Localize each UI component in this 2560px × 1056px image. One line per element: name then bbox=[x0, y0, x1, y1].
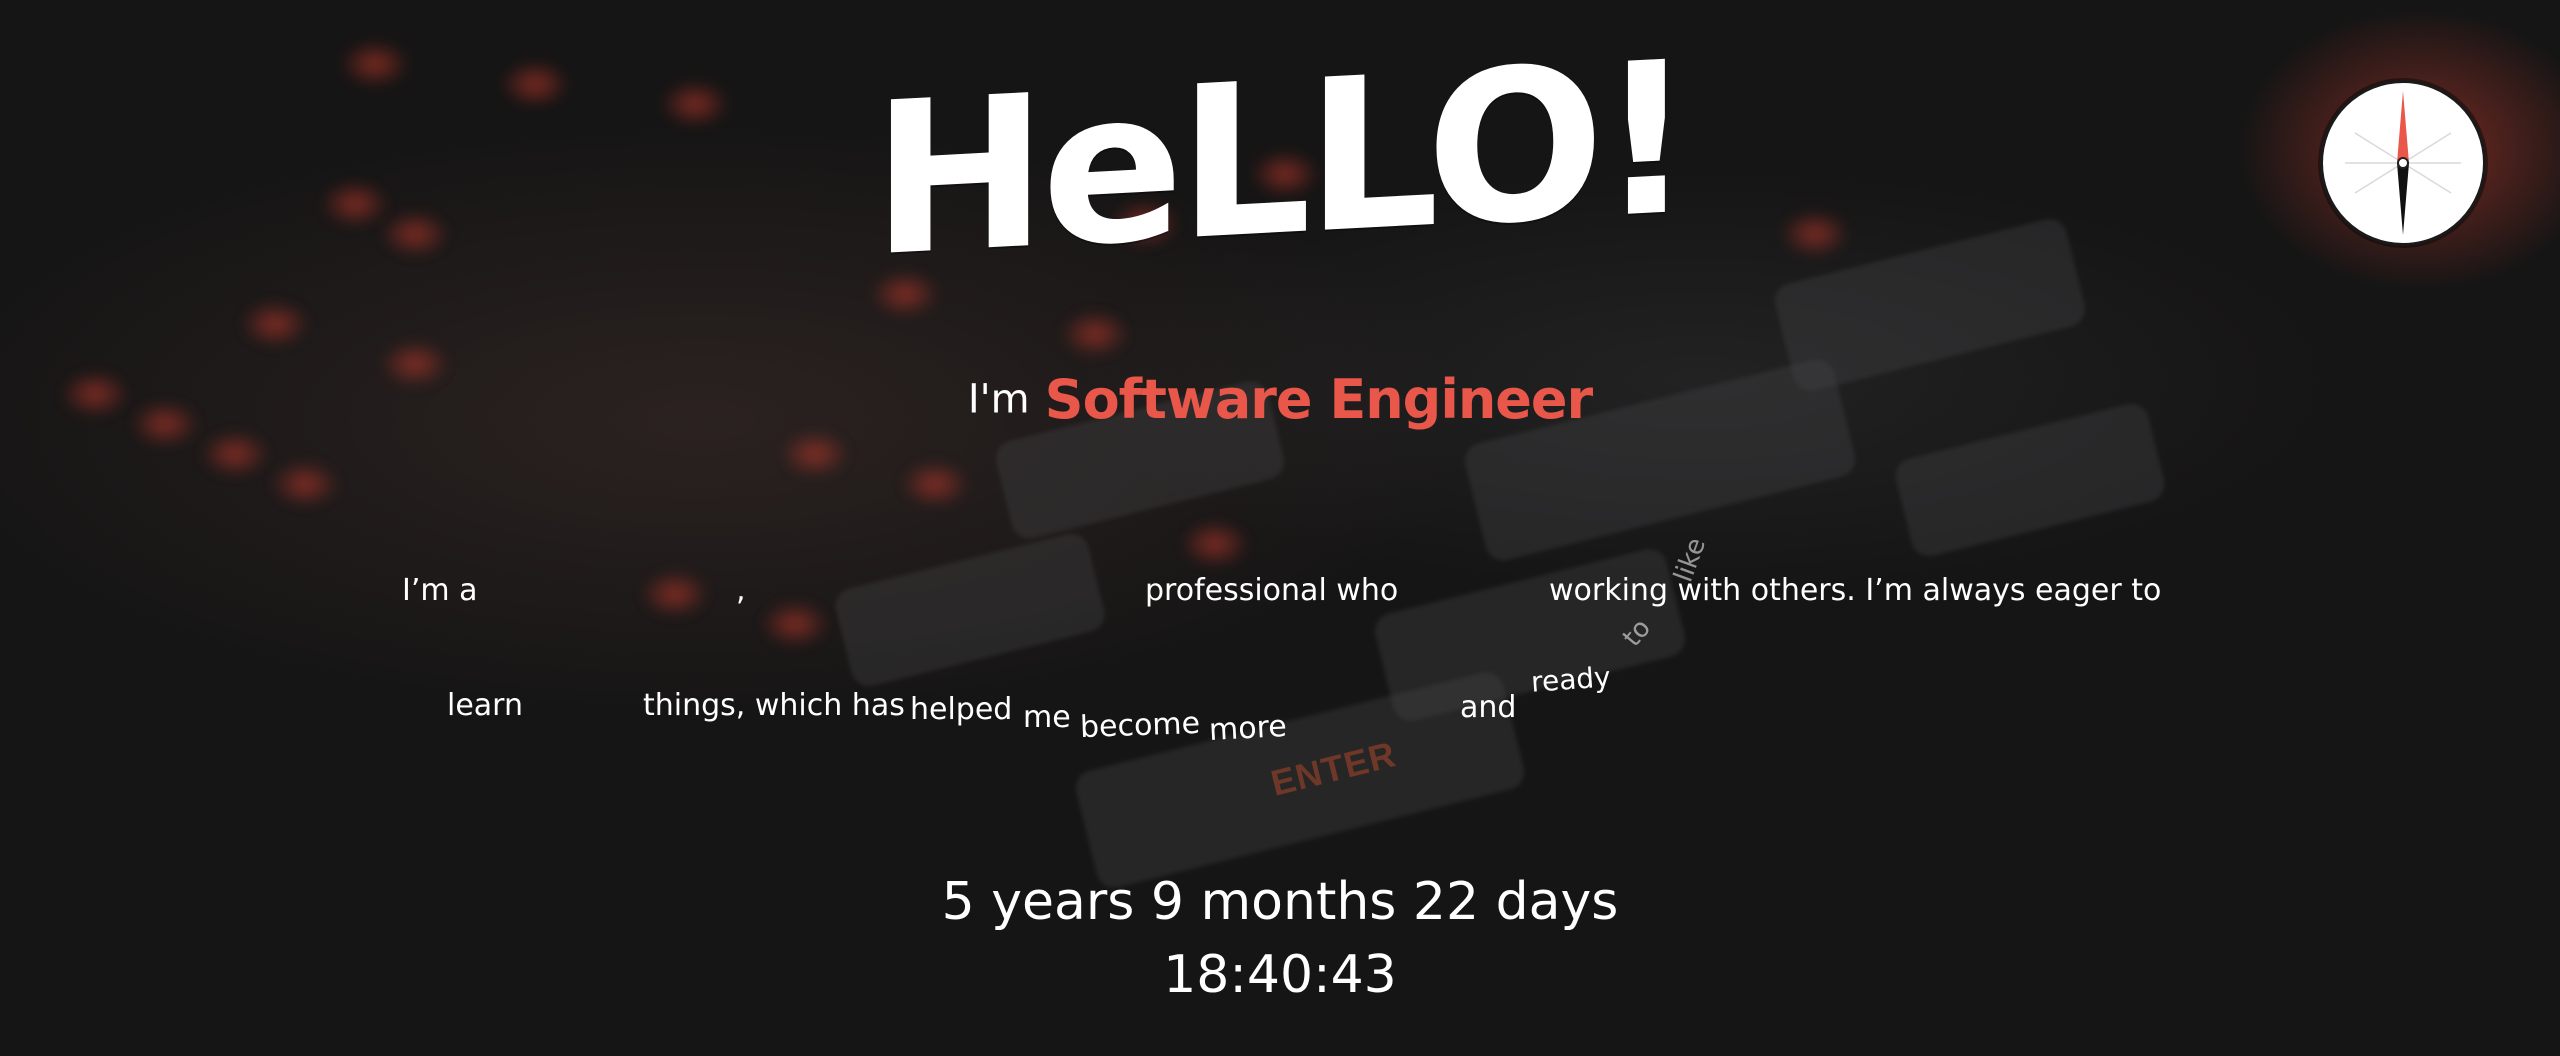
bio-word: working with others. I’m always eager to bbox=[1549, 573, 2162, 608]
bio-word: things, which has bbox=[643, 688, 905, 723]
bio-word: more bbox=[1208, 708, 1288, 749]
compass-icon bbox=[2345, 91, 2461, 235]
role-line: I'm Software Engineer bbox=[0, 368, 2560, 431]
bio-word: I’m a bbox=[402, 573, 478, 608]
compass-button[interactable] bbox=[2320, 80, 2486, 246]
bio-floating-word: to bbox=[1617, 613, 1657, 653]
bio-word: and bbox=[1460, 690, 1517, 725]
bio-word: , bbox=[736, 573, 746, 608]
experience-clock: 18:40:43 bbox=[1163, 945, 1397, 1005]
experience-duration: 5 years 9 months 22 days bbox=[941, 872, 1619, 932]
bio-word: professional who bbox=[1145, 573, 1399, 608]
role-value: Software Engineer bbox=[1044, 368, 1593, 431]
bio-word: helped bbox=[910, 692, 1013, 727]
role-prefix: I'm bbox=[967, 376, 1030, 423]
bio-word: me bbox=[1023, 700, 1071, 735]
bio-word: become bbox=[1079, 705, 1201, 746]
hello-heading: HeLLO! bbox=[871, 15, 1689, 304]
bio-word: learn bbox=[447, 688, 523, 723]
hero-section: ENTER HeLLO! I'm Software Engineer I’m a… bbox=[0, 0, 2560, 1056]
bio-floating-word: ready bbox=[1529, 660, 1612, 699]
